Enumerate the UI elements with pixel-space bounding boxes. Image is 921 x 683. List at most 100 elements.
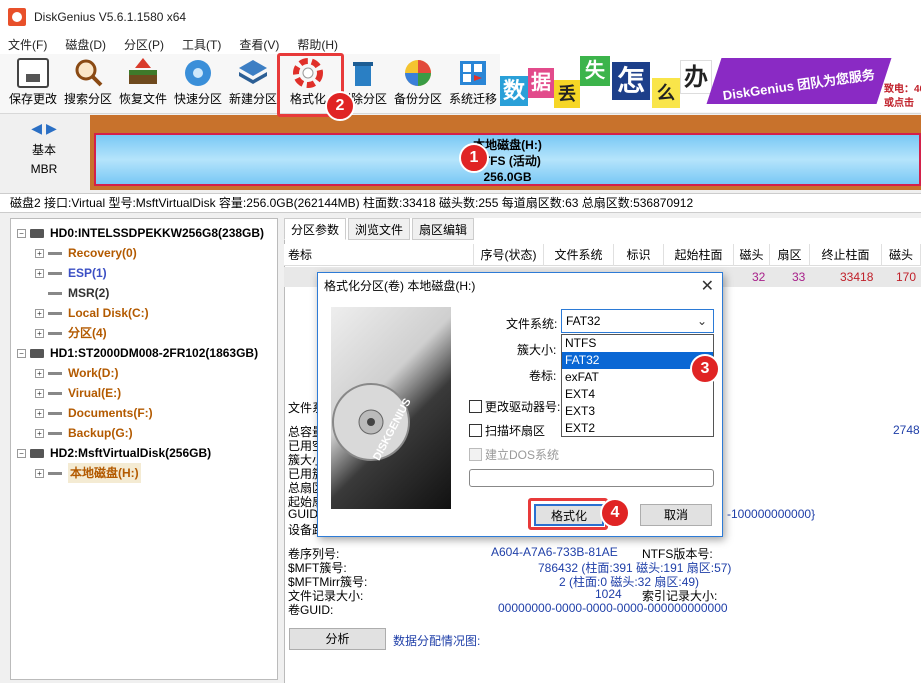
detail-label: GUID bbox=[288, 507, 318, 521]
banner-char: 怎 bbox=[612, 62, 650, 100]
dialog-title: 格式化分区(卷) 本地磁盘(H:) bbox=[318, 273, 722, 299]
cancel-button[interactable]: 取消 bbox=[640, 504, 712, 526]
fs-option-ext3[interactable]: EXT3 bbox=[562, 403, 713, 420]
expand-icon[interactable]: + bbox=[35, 368, 44, 378]
tree-partition-g[interactable]: + Backup(G:) bbox=[35, 423, 133, 443]
promo-banner[interactable]: 数 据 丢 失 怎 么 办 DiskGenius 团队为您服务 致电：40 或点… bbox=[500, 54, 921, 112]
partition-style-label: MBR bbox=[30, 162, 58, 176]
row-end-cyl: 33418 bbox=[840, 270, 874, 284]
new-partition-icon bbox=[237, 58, 269, 88]
tree-disk-hd1[interactable]: − HD1:ST2000DM008-2FR102(1863GB) bbox=[17, 343, 258, 363]
tree-partition-esp[interactable]: + ESP(1) bbox=[35, 263, 107, 283]
fs-option-ext2[interactable]: EXT2 bbox=[562, 420, 713, 437]
title-bar: DiskGenius V5.6.1.1580 x64 bbox=[0, 0, 921, 34]
menu-help[interactable]: 帮助(H) bbox=[297, 36, 338, 53]
col-end-head[interactable]: 磁头 bbox=[882, 244, 921, 266]
banner-char: 数 bbox=[500, 76, 528, 106]
chevron-down-icon: ⌄ bbox=[696, 314, 707, 328]
tree-partition-h[interactable]: + 本地磁盘(H:) bbox=[35, 463, 141, 483]
tree-partition-c[interactable]: + Local Disk(C:) bbox=[35, 303, 149, 323]
partition-icon bbox=[48, 371, 62, 375]
tree-partition-4[interactable]: + 分区(4) bbox=[35, 323, 107, 343]
expand-icon[interactable]: + bbox=[35, 388, 44, 398]
col-index[interactable]: 序号(状态) bbox=[474, 244, 544, 266]
menu-partition[interactable]: 分区(P) bbox=[124, 36, 164, 53]
disk-nav-arrows-icon[interactable]: ◀ ▶ bbox=[0, 120, 88, 137]
callout-format-confirm bbox=[528, 498, 608, 530]
partition-icon bbox=[48, 251, 62, 255]
tab-sector-editor[interactable]: 扇区编辑 bbox=[412, 218, 475, 240]
ntfs-value: 00000000-0000-0000-0000-000000000000 bbox=[498, 601, 728, 615]
step-badge-4: 4 bbox=[600, 498, 630, 528]
col-end-cyl[interactable]: 终止柱面 bbox=[810, 244, 882, 266]
col-id[interactable]: 标识 bbox=[614, 244, 664, 266]
detail-guid-tail: -100000000000} bbox=[727, 507, 816, 521]
expand-icon[interactable]: + bbox=[35, 328, 44, 338]
detail-tabs: 分区参数 浏览文件 扇区编辑 bbox=[284, 218, 476, 240]
partition-icon bbox=[48, 271, 62, 275]
banner-char: 据 bbox=[528, 68, 554, 98]
col-label[interactable]: 卷标 bbox=[284, 244, 474, 266]
expand-icon[interactable]: + bbox=[35, 268, 44, 278]
disk-tree: − HD0:INTELSSDPEKKW256G8(238GB) + Recovery… bbox=[10, 218, 278, 680]
collapse-icon[interactable]: − bbox=[17, 348, 26, 358]
allocation-map-label: 数据分配情况图: bbox=[393, 634, 481, 648]
tree-disk-hd2[interactable]: − HD2:MsftVirtualDisk(256GB) bbox=[17, 443, 211, 463]
tab-browse-files[interactable]: 浏览文件 bbox=[348, 218, 411, 240]
tree-disk-hd0[interactable]: − HD0:INTELSSDPEKKW256G8(238GB) bbox=[17, 223, 264, 243]
col-head[interactable]: 磁头 bbox=[734, 244, 770, 266]
diskgenius-hdd-image: DISKGENIUS bbox=[331, 307, 451, 509]
banner-char: 失 bbox=[580, 56, 610, 86]
partition-block[interactable]: 本地磁盘(H:) NTFS (活动) 256.0GB bbox=[94, 133, 921, 186]
partition-icon bbox=[48, 291, 62, 295]
system-migration-button[interactable]: 系统迁移 bbox=[444, 58, 502, 110]
col-sector[interactable]: 扇区 bbox=[770, 244, 810, 266]
save-icon bbox=[17, 58, 49, 88]
tree-partition-msr[interactable]: +MSR(2) bbox=[35, 283, 109, 303]
filesystem-select[interactable]: FAT32 ⌄ bbox=[561, 309, 714, 333]
col-fs[interactable]: 文件系统 bbox=[544, 244, 614, 266]
tree-partition-f[interactable]: + Documents(F:) bbox=[35, 403, 153, 423]
tree-partition-recovery[interactable]: + Recovery(0) bbox=[35, 243, 137, 263]
scan-bad-sectors-checkbox[interactable]: 扫描坏扇区 bbox=[469, 422, 545, 439]
quick-partition-button[interactable]: 快速分区 bbox=[169, 58, 227, 110]
expand-icon[interactable]: + bbox=[35, 248, 44, 258]
collapse-icon[interactable]: − bbox=[17, 448, 26, 458]
fs-option-ext4[interactable]: EXT4 bbox=[562, 386, 713, 403]
expand-icon[interactable]: + bbox=[35, 468, 44, 478]
expand-icon[interactable]: + bbox=[35, 428, 44, 438]
recover-files-button[interactable]: 恢复文件 bbox=[114, 58, 172, 110]
disk-icon bbox=[30, 348, 44, 358]
disk-navigator: ◀ ▶ 基本 MBR bbox=[0, 114, 88, 192]
partition-icon bbox=[48, 331, 62, 335]
disk-info-line: 磁盘2 接口:Virtual 型号:MsftVirtualDisk 容量:256… bbox=[0, 193, 921, 213]
menu-view[interactable]: 查看(V) bbox=[239, 36, 279, 53]
search-partition-button[interactable]: 搜索分区 bbox=[59, 58, 117, 110]
tab-partition-params[interactable]: 分区参数 bbox=[284, 218, 347, 240]
tree-partition-d[interactable]: + Work(D:) bbox=[35, 363, 118, 383]
delete-icon bbox=[347, 58, 379, 88]
close-icon[interactable]: ✕ bbox=[701, 276, 714, 296]
ntfs-value: A604-A7A6-733B-81AE bbox=[491, 545, 618, 559]
partition-size: 256.0GB bbox=[483, 170, 532, 184]
menu-file[interactable]: 文件(F) bbox=[8, 36, 47, 53]
col-start-cyl[interactable]: 起始柱面 bbox=[664, 244, 734, 266]
menu-disk[interactable]: 磁盘(D) bbox=[65, 36, 106, 53]
new-partition-button[interactable]: 新建分区 bbox=[224, 58, 282, 110]
backup-partition-button[interactable]: 备份分区 bbox=[389, 58, 447, 110]
ntfs-label: 卷GUID: bbox=[288, 603, 334, 617]
tree-partition-e[interactable]: + Virual(E:) bbox=[35, 383, 121, 403]
expand-icon[interactable]: + bbox=[35, 408, 44, 418]
volume-label-label: 卷标: bbox=[529, 369, 557, 383]
analyze-button[interactable]: 分析 bbox=[289, 628, 386, 650]
save-changes-button[interactable]: 保存更改 bbox=[4, 58, 62, 110]
menu-tools[interactable]: 工具(T) bbox=[182, 36, 221, 53]
fs-label: 文件系统: bbox=[506, 317, 558, 331]
disk-icon bbox=[30, 228, 44, 238]
expand-icon[interactable]: + bbox=[35, 308, 44, 318]
partition-table-header: 卷标 序号(状态) 文件系统 标识 起始柱面 磁头 扇区 终止柱面 磁头 bbox=[284, 244, 921, 266]
change-drive-letter-checkbox[interactable]: 更改驱动器号: bbox=[469, 398, 560, 415]
partition-icon bbox=[48, 471, 62, 475]
fs-option-ntfs[interactable]: NTFS bbox=[562, 335, 713, 352]
collapse-icon[interactable]: − bbox=[17, 228, 26, 238]
